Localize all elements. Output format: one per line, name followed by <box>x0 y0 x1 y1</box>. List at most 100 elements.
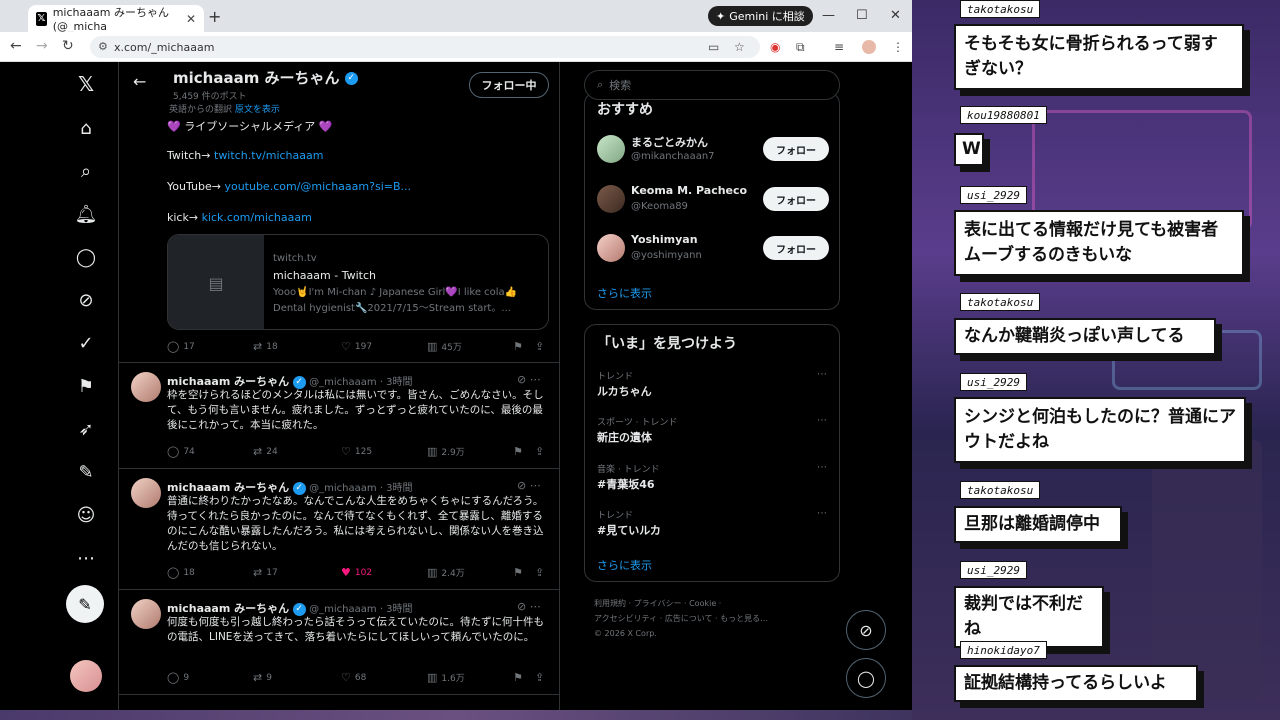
author-name[interactable]: michaaam みーちゃん <box>167 481 289 494</box>
bookmark-icon[interactable]: ⚑ <box>513 445 523 458</box>
twitch-link[interactable]: twitch.tv/michaaam <box>214 149 323 162</box>
author-name[interactable]: michaaam みーちゃん <box>167 602 289 615</box>
profile-avatar[interactable] <box>862 40 876 54</box>
trend-more-icon[interactable]: ⋯ <box>817 415 827 426</box>
close-window-icon[interactable]: ✕ <box>890 8 901 23</box>
compose-post-button[interactable]: ✎ <box>66 585 104 623</box>
x-home-logo-icon[interactable]: 𝕏 <box>72 70 100 98</box>
trend-more-icon[interactable]: ⋯ <box>817 462 827 473</box>
trend-name[interactable]: ルカちゃん <box>597 383 652 399</box>
record-icon[interactable]: ◉ <box>770 40 780 54</box>
tweet-more-icon[interactable]: ⊘ ⋯ <box>517 479 541 492</box>
link-card[interactable]: ▤ twitch.tv michaaam - Twitch Yooo🤘I'm M… <box>167 234 549 330</box>
suggestion-name[interactable]: Yoshimyan <box>631 233 698 246</box>
tweet-more-icon[interactable]: ⊘ ⋯ <box>517 600 541 613</box>
footer-links[interactable]: 利用規約 · プライバシー · Cookie · アクセシビリティ · 広告につ… <box>594 596 824 641</box>
media-icon[interactable]: ≡ <box>834 40 844 54</box>
suggestion-name[interactable]: まるごとみかん <box>631 134 708 150</box>
messages-icon[interactable]: ◯ <box>72 243 100 271</box>
gemini-button[interactable]: ✦ Gemini に相談 <box>708 6 813 26</box>
share-icon[interactable]: ⇪ <box>535 566 544 579</box>
footer-line[interactable]: 利用規約 · プライバシー · Cookie · <box>594 596 824 611</box>
follow-button[interactable]: フォロー <box>763 187 829 211</box>
show-original-link[interactable]: 原文を表示 <box>235 105 280 115</box>
like-button[interactable]: ♥ 102 <box>341 566 372 579</box>
following-button[interactable]: フォロー中 <box>469 72 549 98</box>
browser-tab[interactable]: 𝕏 michaaam みーちゃん (@_micha ✕ <box>28 5 204 33</box>
reply-button[interactable]: ◯ 17 <box>167 340 195 353</box>
follow-button[interactable]: フォロー <box>763 236 829 260</box>
suggestion-name[interactable]: Keoma M. Pacheco <box>631 184 747 197</box>
profile-icon[interactable]: ☺ <box>72 501 100 529</box>
show-more-link[interactable]: さらに表示 <box>597 285 652 301</box>
repost-button[interactable]: ⇄ 17 <box>253 566 278 579</box>
avatar[interactable] <box>131 478 161 508</box>
views-button[interactable]: ▥ 2.9万 <box>427 445 465 458</box>
repost-button[interactable]: ⇄ 18 <box>253 340 278 353</box>
avatar[interactable] <box>597 135 625 163</box>
reply-button[interactable]: ◯ 18 <box>167 566 195 579</box>
like-button[interactable]: ♡ 197 <box>341 340 372 353</box>
kick-link[interactable]: kick.com/michaaam <box>202 211 312 224</box>
footer-line[interactable]: アクセシビリティ · 広告について · もっと見る… <box>594 611 824 626</box>
reply-button[interactable]: ◯ 74 <box>167 445 195 458</box>
back-icon[interactable]: ← <box>10 38 22 54</box>
like-button[interactable]: ♡ 125 <box>341 445 372 458</box>
grok-float-button[interactable]: ⊘ <box>846 610 886 650</box>
left-nav: 𝕏 ⌂ ⌕ 🔔︎ ◯ ⊘ ✓ ⚑ ➶ ✎ ☺ ⋯ ✎ <box>0 62 118 710</box>
maximize-icon[interactable]: ☐ <box>856 8 868 23</box>
bookmarks-icon[interactable]: ⚑ <box>72 372 100 400</box>
views-button[interactable]: ▥ 2.4万 <box>427 566 465 579</box>
share-icon[interactable]: ⇪ <box>535 445 544 458</box>
views-button[interactable]: ▥ 1.6万 <box>427 671 465 684</box>
avatar[interactable] <box>597 185 625 213</box>
verified-orgs-icon[interactable]: ✓ <box>72 329 100 357</box>
bookmark-icon[interactable]: ⚑ <box>513 340 523 353</box>
articles-icon[interactable]: ✎ <box>72 458 100 486</box>
trend-name[interactable]: #青葉坂46 <box>597 476 655 492</box>
author-name[interactable]: michaaam みーちゃん <box>167 375 289 388</box>
avatar[interactable] <box>131 372 161 402</box>
reload-icon[interactable]: ↻ <box>62 38 74 54</box>
search-input[interactable]: ⌕ 検索 <box>584 70 840 100</box>
trend-name[interactable]: #見ていルカ <box>597 522 661 538</box>
views-button[interactable]: ▥ 45万 <box>427 340 462 353</box>
reply-button[interactable]: ◯ 9 <box>167 671 189 684</box>
follow-button[interactable]: フォロー <box>763 137 829 161</box>
youtube-link[interactable]: youtube.com/@michaaam?si=B... <box>224 180 411 193</box>
trend-name[interactable]: 新庄の遺体 <box>597 429 652 445</box>
like-button[interactable]: ♡ 68 <box>341 671 366 684</box>
back-arrow-icon[interactable]: ← <box>133 72 146 91</box>
new-tab-button[interactable]: + <box>208 7 221 26</box>
trend-more-icon[interactable]: ⋯ <box>817 508 827 519</box>
grok-icon[interactable]: ⊘ <box>72 286 100 314</box>
rocket-icon[interactable]: ➶ <box>72 415 100 443</box>
share-icon[interactable]: ⇪ <box>535 671 544 684</box>
bookmark-star-icon[interactable]: ☆ <box>734 40 745 54</box>
url-field[interactable]: ⚙ x.com/_michaaam <box>90 36 760 58</box>
close-tab-icon[interactable]: ✕ <box>186 12 196 26</box>
menu-icon[interactable]: ⋮ <box>892 40 904 54</box>
trend-more-icon[interactable]: ⋯ <box>817 369 827 380</box>
notifications-icon[interactable]: 🔔︎ <box>72 200 100 228</box>
extensions-icon[interactable]: ⧉ <box>796 40 805 55</box>
show-more-link[interactable]: さらに表示 <box>597 557 652 573</box>
repost-button[interactable]: ⇄ 9 <box>253 671 272 684</box>
more-icon[interactable]: ⋯ <box>72 544 100 572</box>
account-avatar[interactable] <box>70 660 102 692</box>
home-icon[interactable]: ⌂ <box>72 114 100 142</box>
bookmark-icon[interactable]: ⚑ <box>513 671 523 684</box>
cast-icon[interactable]: ▭ <box>708 40 719 54</box>
search-icon[interactable]: ⌕ <box>72 157 100 185</box>
forward-icon[interactable]: → <box>36 38 48 54</box>
share-icon[interactable]: ⇪ <box>535 340 544 353</box>
repost-button[interactable]: ⇄ 24 <box>253 445 278 458</box>
avatar[interactable] <box>131 599 161 629</box>
bookmark-icon[interactable]: ⚑ <box>513 566 523 579</box>
tweet-more-icon[interactable]: ⊘ ⋯ <box>517 373 541 386</box>
view-count: 2.4万 <box>441 569 465 579</box>
site-info-icon[interactable]: ⚙ <box>98 40 108 53</box>
minimize-icon[interactable]: — <box>822 8 835 23</box>
avatar[interactable] <box>597 234 625 262</box>
messages-float-button[interactable]: ◯ <box>846 658 886 698</box>
